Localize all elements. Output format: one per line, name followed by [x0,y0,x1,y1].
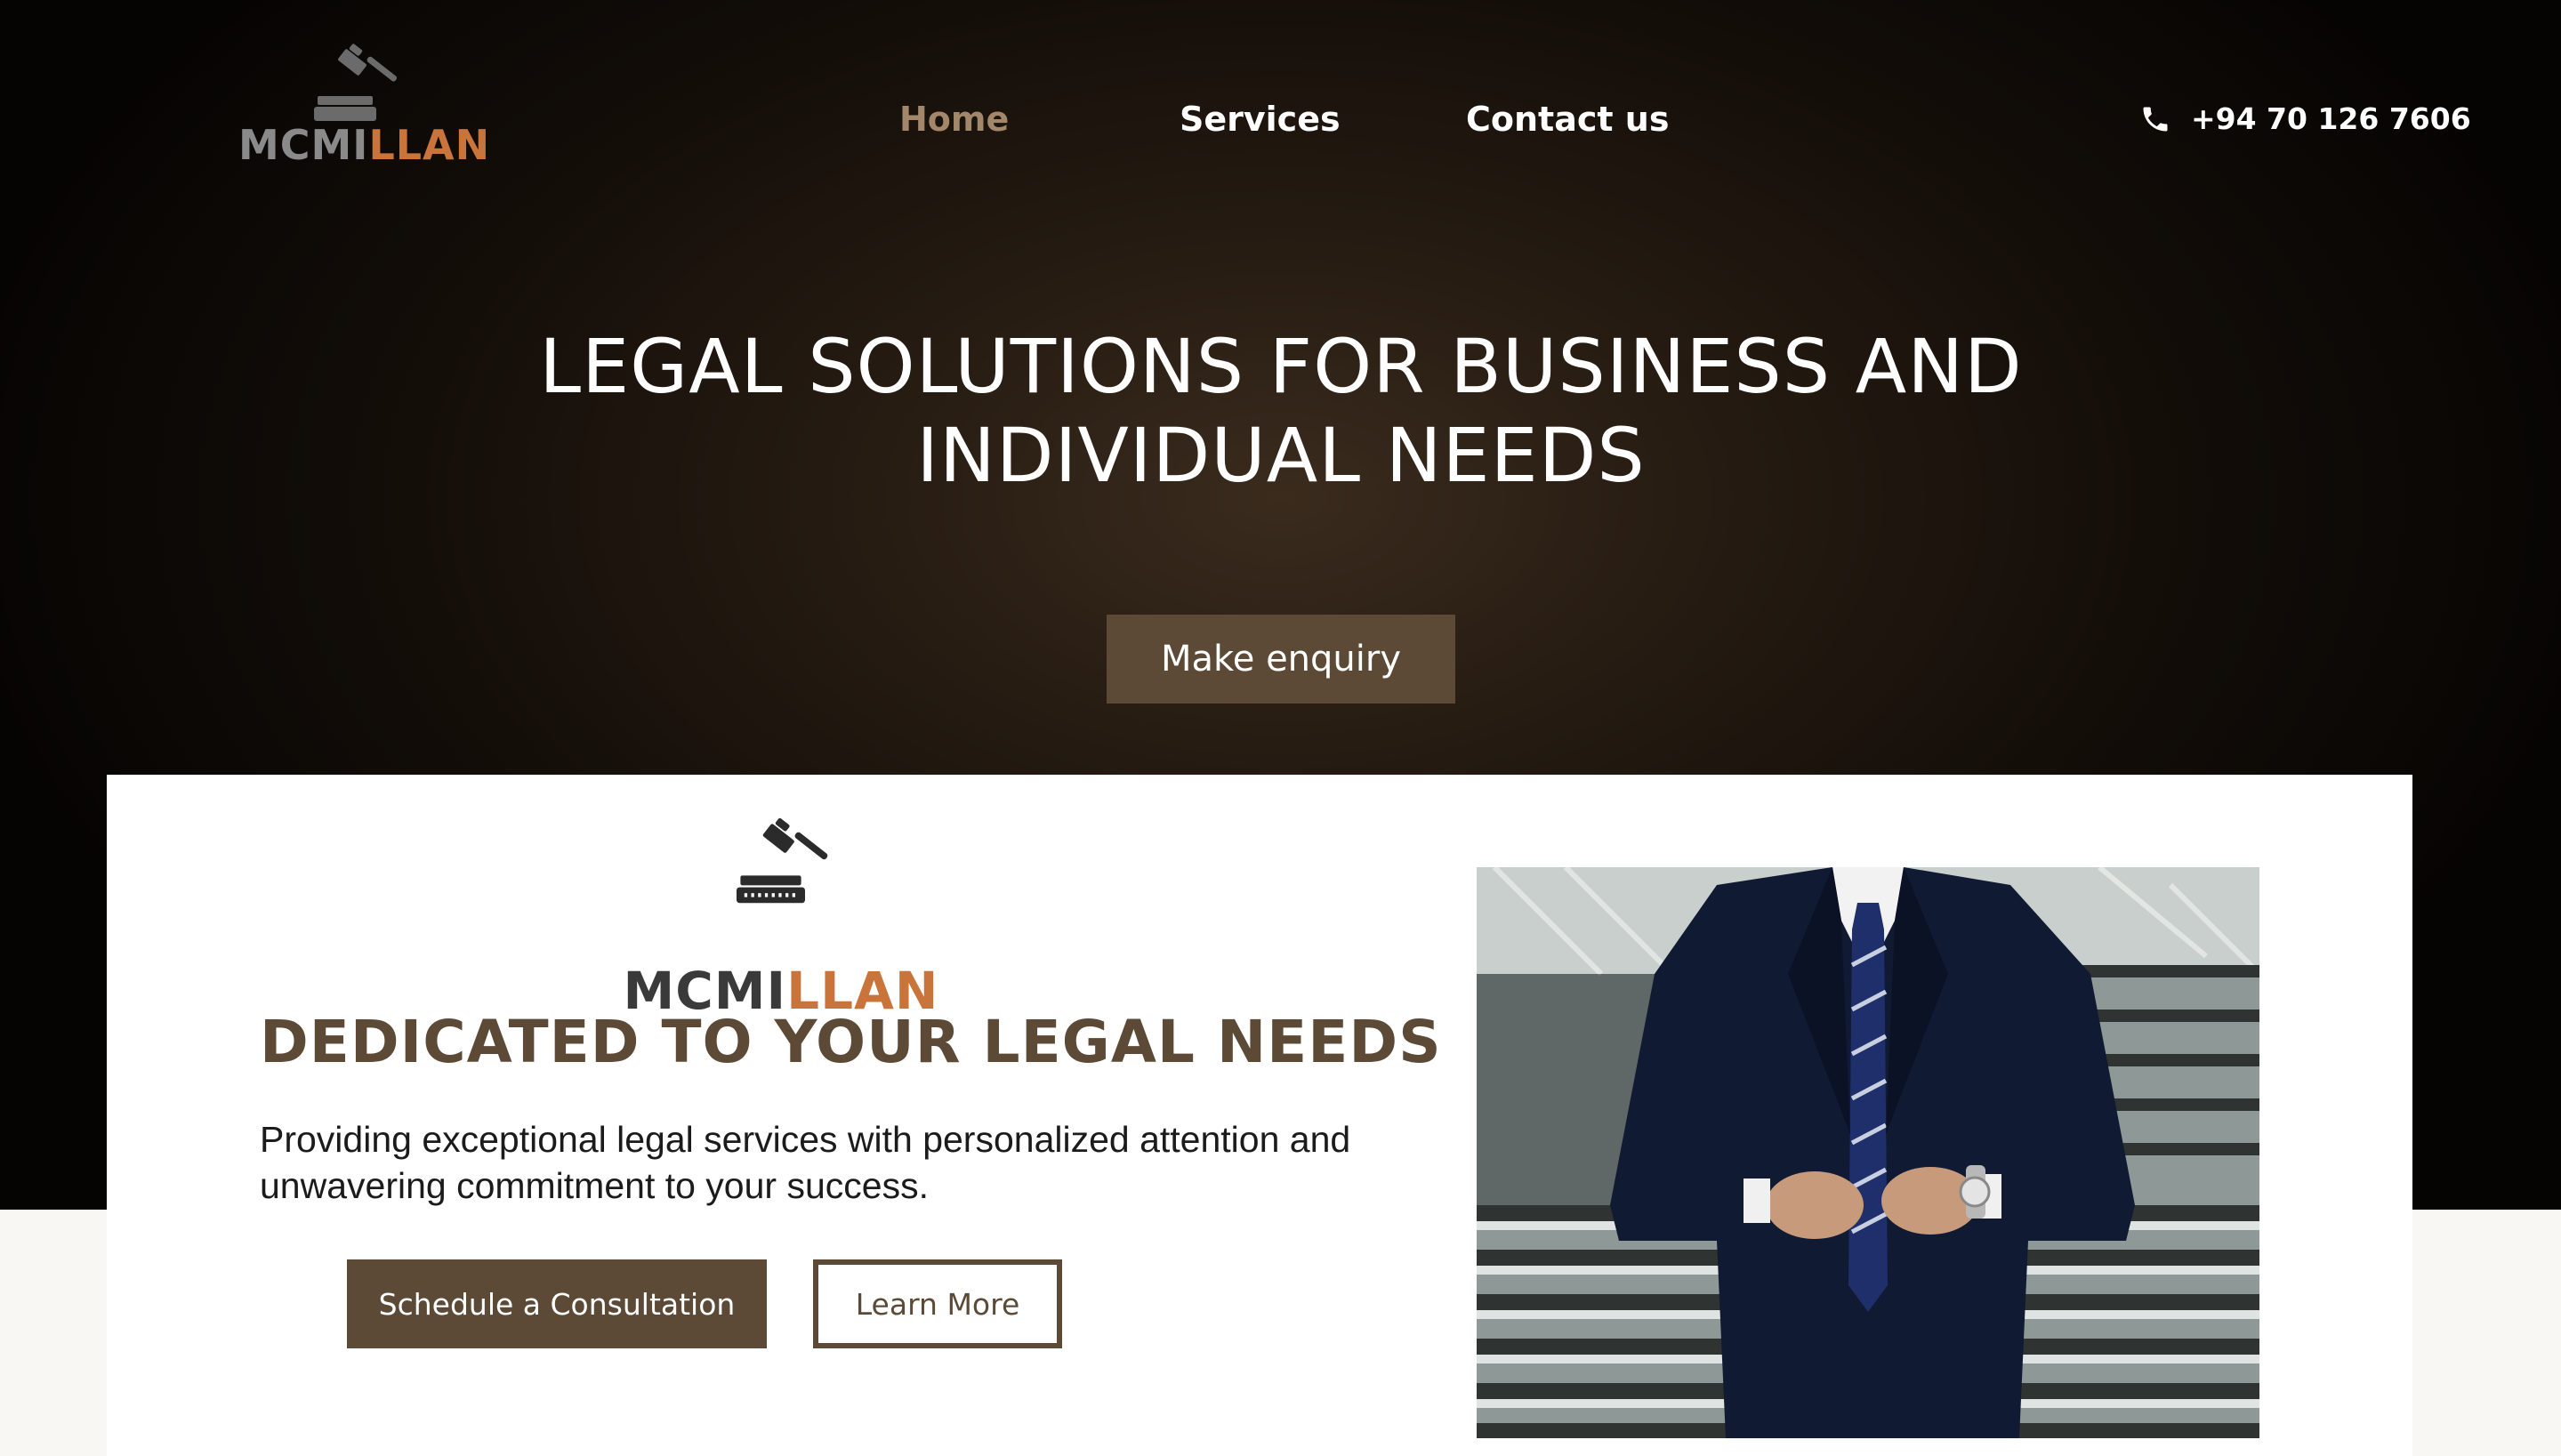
hero-title-line2: INDIVIDUAL NEEDS [916,412,1646,499]
logo-wordmark: MCMILLAN [238,125,489,165]
nav-home[interactable]: Home [899,100,1009,139]
phone-contact[interactable]: +94 70 126 7606 [2139,101,2471,136]
hero-title: LEGAL SOLUTIONS FOR BUSINESS AND INDIVID… [391,322,2170,500]
logo-text-accent: LLAN [368,121,491,169]
make-enquiry-button[interactable]: Make enquiry [1107,615,1455,704]
card-description-line2: unwavering commitment to your success. [260,1165,929,1206]
card-title: DEDICATED TO YOUR LEGAL NEEDS [260,1008,1442,1076]
nav-services[interactable]: Services [1180,100,1341,139]
learn-more-button[interactable]: Learn More [813,1259,1062,1348]
site-logo[interactable]: MCMILLAN [238,43,489,176]
phone-icon [2143,107,2168,131]
photo-illustration [1477,867,2259,1438]
card-description-line1: Providing exceptional legal services wit… [260,1119,1351,1160]
logo-text-primary: MCMI [238,121,369,169]
gavel-icon [314,44,398,121]
card-logo: MCMILLAN [621,816,941,1017]
intro-card: MCMILLAN DEDICATED TO YOUR LEGAL NEEDS P… [107,775,2412,1456]
card-description: Providing exceptional legal services wit… [260,1116,1452,1209]
phone-number: +94 70 126 7606 [2191,101,2471,136]
nav-contact[interactable]: Contact us [1466,100,1669,139]
businessman-in-suit-photo [1477,867,2259,1438]
gavel-icon [737,817,828,904]
hero-title-line1: LEGAL SOLUTIONS FOR BUSINESS AND [539,323,2023,410]
schedule-consultation-button[interactable]: Schedule a Consultation [347,1259,767,1348]
